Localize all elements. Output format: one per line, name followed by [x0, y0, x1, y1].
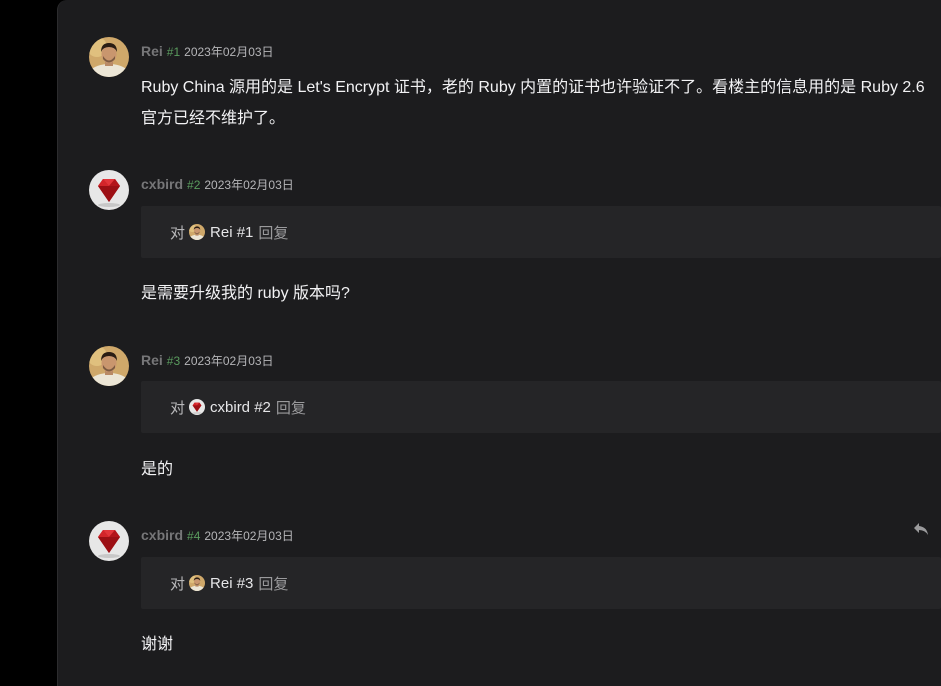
man-photo-avatar-icon — [89, 37, 129, 77]
reply-to-suffix: 回复 — [258, 224, 289, 242]
avatar[interactable] — [89, 346, 129, 386]
ruby-gem-avatar-icon — [189, 399, 205, 415]
reply-to-quote: 对 Rei #3 回复 — [141, 557, 941, 609]
reply-meta: Rei #3 2023年02月03日 — [141, 352, 274, 369]
reply-to-quote: 对 cxbird #2 回复 — [141, 381, 941, 433]
avatar[interactable] — [89, 521, 129, 561]
floor-number[interactable]: #4 — [187, 529, 200, 543]
reply-to-prefix: 对 — [170, 224, 186, 242]
reply-time: 2023年02月03日 — [204, 178, 294, 192]
reply-time: 2023年02月03日 — [204, 529, 294, 543]
reply-meta: cxbird #4 2023年02月03日 — [141, 527, 294, 544]
author-name[interactable]: cxbird — [141, 176, 183, 192]
avatar[interactable] — [89, 170, 129, 210]
man-photo-avatar-icon — [189, 224, 205, 240]
reply-to-prefix: 对 — [170, 399, 186, 417]
reply-meta: Rei #1 2023年02月03日 — [141, 43, 274, 60]
reply-time: 2023年02月03日 — [184, 354, 274, 368]
floor-number[interactable]: #1 — [167, 45, 180, 59]
author-name[interactable]: Rei — [141, 43, 163, 59]
floor-number[interactable]: #3 — [167, 354, 180, 368]
ruby-gem-avatar-icon — [89, 521, 129, 561]
reply-to-link[interactable]: Rei #3 — [210, 575, 253, 592]
reply-to-suffix: 回复 — [258, 575, 289, 593]
author-name[interactable]: cxbird — [141, 527, 183, 543]
topic-replies-panel: Rei #1 2023年02月03日 Ruby China 源用的是 Let's E… — [57, 0, 941, 686]
reply-to-prefix: 对 — [170, 575, 186, 593]
reply-meta: cxbird #2 2023年02月03日 — [141, 176, 294, 193]
ruby-gem-avatar-icon — [89, 170, 129, 210]
reply-time: 2023年02月03日 — [184, 45, 274, 59]
reply-body: 谢谢 — [141, 636, 174, 653]
reply-body: 是的 — [141, 461, 174, 478]
reply-body: Ruby China 源用的是 Let's Encrypt 证书，老的 Ruby… — [141, 79, 925, 127]
reply-to-link[interactable]: Rei #1 — [210, 224, 253, 241]
avatar[interactable] — [89, 37, 129, 77]
man-photo-avatar-icon — [189, 575, 205, 591]
reply-to-quote: 对 Rei #1 回复 — [141, 206, 941, 258]
reply-body: 是需要升级我的 ruby 版本吗? — [141, 285, 350, 302]
reply-to-suffix: 回复 — [275, 399, 306, 417]
reply-to-link[interactable]: cxbird #2 — [210, 399, 271, 416]
man-photo-avatar-icon — [89, 346, 129, 386]
floor-number[interactable]: #2 — [187, 178, 200, 192]
reply-arrow-icon[interactable] — [913, 522, 929, 536]
author-name[interactable]: Rei — [141, 352, 163, 368]
